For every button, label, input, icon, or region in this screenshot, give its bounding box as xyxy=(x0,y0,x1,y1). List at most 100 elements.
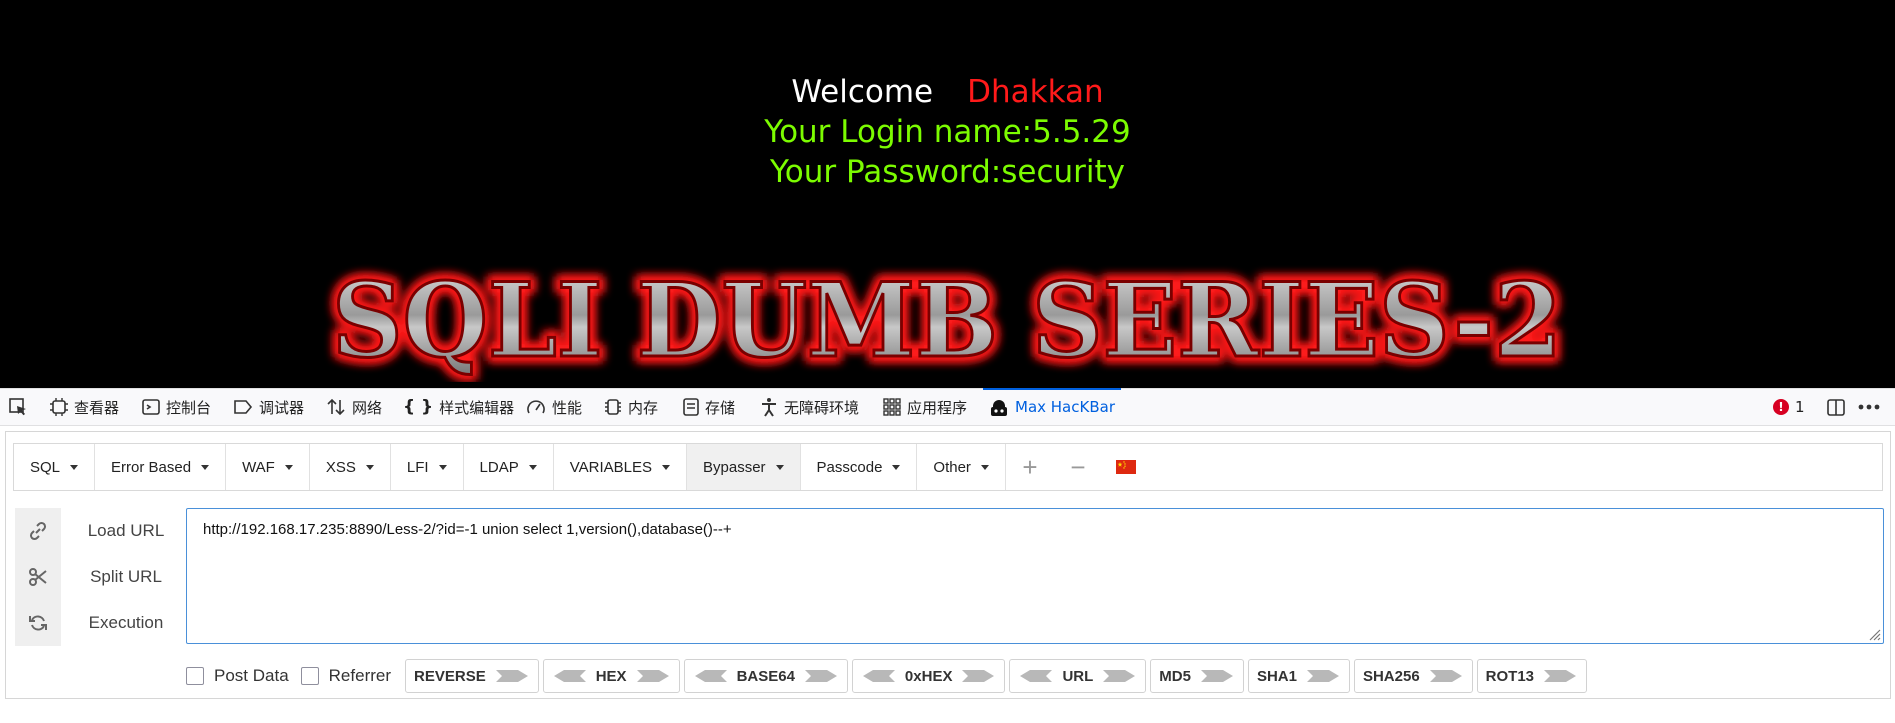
sha1-button[interactable]: SHA1 xyxy=(1247,659,1350,693)
split-url-button[interactable]: Split URL xyxy=(66,567,186,587)
execute-icon-button[interactable] xyxy=(15,600,61,646)
sha256-button[interactable]: SHA256 xyxy=(1353,659,1473,693)
dock-side-icon xyxy=(1827,399,1845,416)
menu-variables[interactable]: VARIABLES xyxy=(554,444,687,490)
caret-down-icon xyxy=(528,464,537,470)
network-icon xyxy=(327,398,345,416)
encoder-label: SHA1 xyxy=(1256,667,1297,685)
application-icon xyxy=(883,398,901,416)
error-counter[interactable]: ! 1 xyxy=(1773,389,1805,425)
encoder-label: SHA256 xyxy=(1362,667,1420,685)
tab-max-hackbar[interactable]: Max HacKBar xyxy=(983,388,1121,425)
encoder-label: BASE64 xyxy=(736,667,795,685)
tab-label: 控制台 xyxy=(166,398,212,417)
tab-storage[interactable]: 存储 xyxy=(683,389,735,425)
reverse-button[interactable]: REVERSE xyxy=(405,659,539,693)
tab-label: 内存 xyxy=(628,398,659,417)
china-flag-icon xyxy=(1115,460,1136,474)
hex-button[interactable]: HEX xyxy=(542,659,680,693)
tab-application[interactable]: 应用程序 xyxy=(883,389,967,425)
referrer-checkbox[interactable]: Referrer xyxy=(300,666,392,686)
menu-error-based[interactable]: Error Based xyxy=(95,444,227,490)
menu-passcode[interactable]: Passcode xyxy=(801,444,918,490)
menu-sql[interactable]: SQL xyxy=(14,444,96,490)
inspector-icon xyxy=(50,398,68,416)
arrow-right-icon xyxy=(1306,670,1339,682)
arrow-right-icon xyxy=(1429,670,1462,682)
performance-icon xyxy=(527,400,545,414)
debugger-icon xyxy=(234,400,253,414)
menu-ldap[interactable]: LDAP xyxy=(464,444,554,490)
checkbox-box[interactable] xyxy=(300,667,319,685)
menu-label: XSS xyxy=(325,458,356,476)
resize-grip-icon[interactable] xyxy=(1867,627,1881,641)
tab-network[interactable]: 网络 xyxy=(326,389,382,425)
element-picker-button[interactable] xyxy=(8,389,28,425)
tab-inspector[interactable]: 查看器 xyxy=(50,389,119,425)
dock-options-button[interactable] xyxy=(1826,389,1846,425)
tab-label: 存储 xyxy=(705,398,736,417)
tab-label: 无障碍环境 xyxy=(784,398,860,417)
caret-down-icon xyxy=(438,464,447,470)
arrow-left-icon xyxy=(862,670,895,682)
refresh-icon xyxy=(29,615,47,631)
tab-style-editor[interactable]: { } 样式编辑器 xyxy=(403,389,514,425)
arrow-right-icon xyxy=(1544,670,1577,682)
tab-debugger[interactable]: 调试器 xyxy=(233,389,304,425)
zoom-out-button[interactable]: − xyxy=(1054,444,1102,490)
menu-xss[interactable]: XSS xyxy=(310,444,391,490)
base64-button[interactable]: BASE64 xyxy=(683,659,848,693)
url-textarea[interactable]: http://192.168.17.235:8890/Less-2/?id=-1… xyxy=(186,508,1884,644)
tab-memory[interactable]: 内存 xyxy=(604,389,658,425)
menu-other[interactable]: Other xyxy=(917,444,1006,490)
rot13-button[interactable]: ROT13 xyxy=(1476,659,1588,693)
encoder-label: MD5 xyxy=(1159,667,1191,685)
more-options-button[interactable] xyxy=(1858,389,1880,425)
menu-bypasser[interactable]: Bypasser xyxy=(687,444,801,490)
error-count: 1 xyxy=(1795,398,1805,416)
password-line: Your Password:security xyxy=(769,154,1126,190)
menu-label: Error Based xyxy=(111,458,192,476)
tab-label: 样式编辑器 xyxy=(439,398,515,417)
encoder-label: ROT13 xyxy=(1485,667,1535,685)
tab-console[interactable]: 控制台 xyxy=(142,389,211,425)
arrow-right-icon xyxy=(1103,670,1136,682)
caret-down-icon xyxy=(662,464,670,470)
post-data-checkbox[interactable]: Post Data xyxy=(186,666,289,686)
ellipsis-icon xyxy=(1858,404,1880,410)
0xhex-button[interactable]: 0xHEX xyxy=(851,659,1006,693)
caret-down-icon xyxy=(284,464,293,470)
load-url-button[interactable]: Load URL xyxy=(66,521,186,541)
load-url-icon-button[interactable] xyxy=(15,508,61,554)
devtools-toolbar: 查看器 控制台 调试器 网络 { } 样式编辑器 性能 内存 存储 无障碍环境 … xyxy=(0,388,1895,426)
error-icon: ! xyxy=(1773,399,1789,415)
caret-down-icon xyxy=(892,464,901,470)
menu-label: Bypasser xyxy=(703,458,766,476)
zoom-in-button[interactable]: + xyxy=(1006,444,1054,490)
minus-icon: − xyxy=(1070,451,1086,482)
menu-label: LDAP xyxy=(479,458,519,476)
menu-label: Passcode xyxy=(816,458,883,476)
split-url-icon-button[interactable] xyxy=(15,554,61,600)
menu-lfi[interactable]: LFI xyxy=(391,444,464,490)
action-icon-strip xyxy=(15,508,61,646)
login-result: Welcome Dhakkan Your Login name:5.5.29 Yo… xyxy=(0,72,1895,192)
plus-icon: + xyxy=(1022,451,1038,482)
md5-button[interactable]: MD5 xyxy=(1150,659,1244,693)
url-encode-button[interactable]: URL xyxy=(1009,659,1147,693)
checkbox-box[interactable] xyxy=(186,667,204,685)
menu-label: Other xyxy=(933,458,971,476)
referrer-label: Referrer xyxy=(328,666,392,685)
menu-waf[interactable]: WAF xyxy=(226,444,310,490)
url-value: http://192.168.17.235:8890/Less-2/?id=-1… xyxy=(203,521,732,538)
tab-label: 查看器 xyxy=(74,398,120,417)
caret-down-icon xyxy=(201,464,210,470)
caret-down-icon xyxy=(980,464,989,470)
language-button[interactable] xyxy=(1102,444,1150,490)
menu-label: VARIABLES xyxy=(569,458,652,476)
menu-label: WAF xyxy=(242,458,275,476)
tab-accessibility[interactable]: 无障碍环境 xyxy=(760,389,859,425)
scissors-icon xyxy=(29,568,47,586)
tab-performance[interactable]: 性能 xyxy=(526,389,582,425)
execute-button[interactable]: Execution xyxy=(66,613,186,633)
